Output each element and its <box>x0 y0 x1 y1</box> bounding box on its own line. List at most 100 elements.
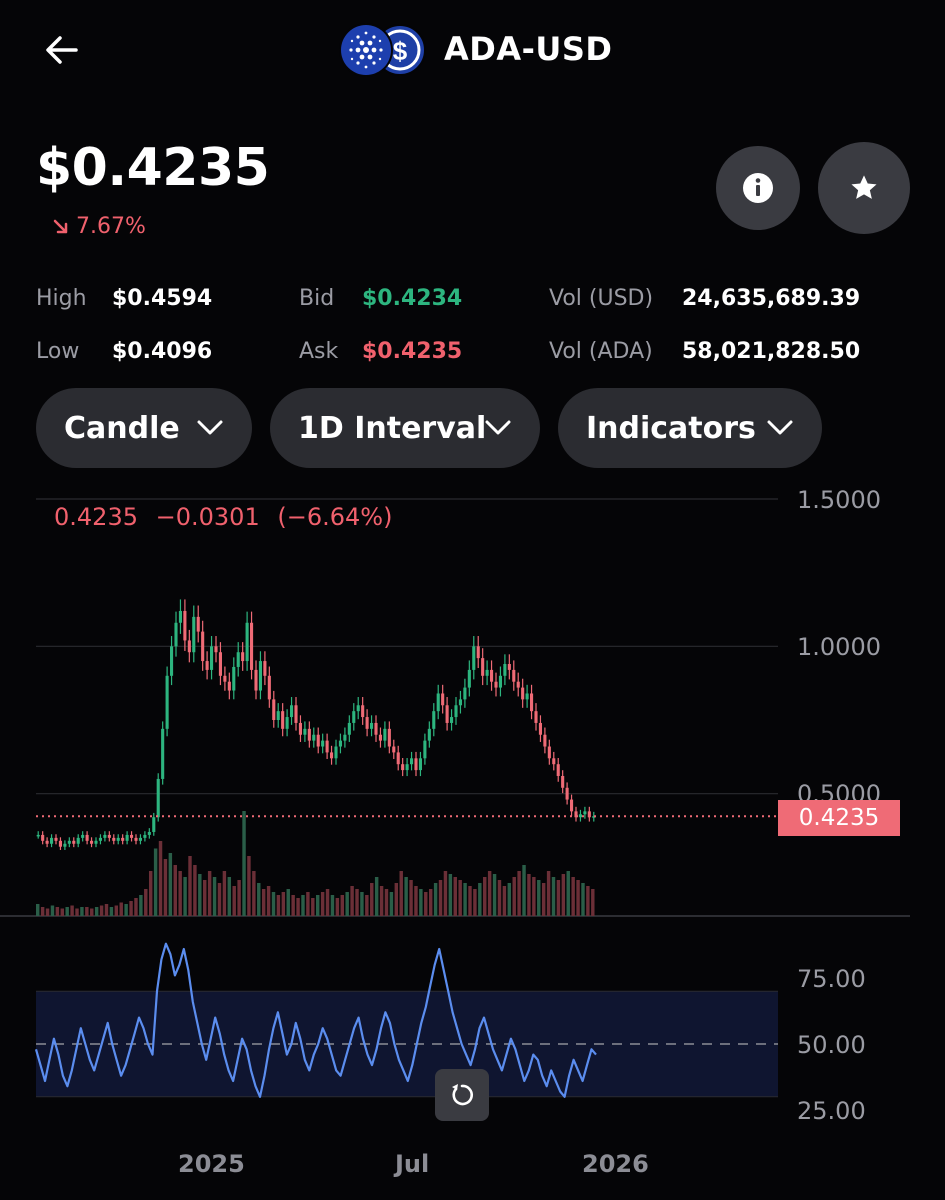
chevron-down-icon <box>197 420 223 435</box>
page-title: ADA-USD <box>444 30 613 68</box>
volume-bar <box>163 859 168 916</box>
candle-body <box>374 722 378 735</box>
candle-body <box>583 811 587 815</box>
candle-body <box>125 834 129 841</box>
info-button[interactable] <box>716 146 800 230</box>
candle-body <box>538 722 542 735</box>
info-icon <box>743 173 773 203</box>
candle-body <box>330 752 334 759</box>
volume-bar <box>527 874 531 916</box>
volume-bar <box>576 880 580 916</box>
back-button[interactable] <box>38 28 86 76</box>
candle-body <box>72 840 76 844</box>
reset-zoom-button[interactable] <box>435 1069 489 1121</box>
volume-bar <box>55 907 60 916</box>
candle-body <box>85 834 89 841</box>
volume-bar <box>478 883 482 916</box>
candle-body <box>107 834 111 838</box>
volume-bar <box>433 883 438 916</box>
candle-body <box>298 722 302 735</box>
volume-bar <box>45 908 50 916</box>
candle-body <box>512 669 516 682</box>
bid-label: Bid <box>299 286 335 311</box>
candle-body <box>405 764 409 771</box>
candle-body <box>498 675 502 688</box>
favorite-button[interactable] <box>818 142 910 234</box>
volume-bar <box>301 895 305 916</box>
candle-body <box>210 646 214 670</box>
volume-bar <box>203 880 207 916</box>
low-value: $0.4096 <box>112 339 213 364</box>
volume-bar <box>198 874 202 916</box>
volume-bar <box>561 874 566 916</box>
candle-body <box>423 740 427 759</box>
volume-bar <box>99 905 104 916</box>
volume-bar <box>144 889 148 916</box>
vol-usd-label: Vol (USD) <box>549 286 654 311</box>
candle-body <box>81 834 85 838</box>
y-tick-label: 1.0000 <box>797 633 881 661</box>
volume-bar <box>36 904 40 916</box>
candle-body <box>201 631 205 662</box>
candle-body <box>156 778 160 818</box>
candle-body <box>307 728 311 741</box>
candle-body <box>41 834 45 841</box>
candles <box>36 599 596 851</box>
volume-bar <box>335 898 340 916</box>
candle-body <box>472 646 476 670</box>
candle-body <box>485 669 489 676</box>
interval-dropdown[interactable]: 1D Interval <box>270 388 540 468</box>
volume-bar <box>374 877 379 916</box>
volume-bar <box>222 871 227 916</box>
volume-bar <box>296 898 300 916</box>
x-tick-label: 2025 <box>178 1150 245 1178</box>
volume-bar <box>507 883 512 916</box>
candle-body <box>325 740 329 753</box>
candle-body <box>254 669 258 691</box>
volume-bar <box>261 889 266 916</box>
volume-bar <box>566 871 570 916</box>
volume-bar <box>139 895 143 916</box>
candle-body <box>507 664 511 670</box>
candle-body <box>490 669 494 682</box>
candle-body <box>232 666 236 691</box>
candle-body <box>90 840 94 844</box>
volume-bar <box>114 905 119 916</box>
volume-bar <box>424 892 428 916</box>
ohlc-readout: 0.4235 −0.0301 (−6.64%) <box>54 503 402 531</box>
candle-body <box>165 675 169 729</box>
vol-ada-label: Vol (ADA) <box>549 339 653 364</box>
volume-bar <box>330 895 335 916</box>
volume-bars <box>36 811 595 916</box>
candle-body <box>178 610 182 623</box>
volume-bar <box>340 895 344 916</box>
volume-bar <box>316 895 320 916</box>
candle-body <box>361 705 365 718</box>
candle-body <box>570 799 574 812</box>
candle-body <box>556 764 560 776</box>
volume-bar <box>532 877 536 916</box>
candle-body <box>267 675 271 700</box>
volume-bar <box>90 908 94 916</box>
svg-text:$: $ <box>393 36 408 66</box>
arrow-left-icon <box>46 36 78 64</box>
reset-zoom-icon <box>452 1084 474 1106</box>
volume-bar <box>463 883 467 916</box>
pair-logo: $ <box>338 22 430 78</box>
volume-bar <box>404 877 408 916</box>
volume-bar <box>173 865 177 916</box>
candle-body <box>245 622 249 662</box>
candle-body <box>454 705 458 718</box>
candle-body <box>276 711 280 720</box>
chart-type-dropdown[interactable]: Candle <box>36 388 252 468</box>
high-label: High <box>36 286 87 311</box>
volume-bar <box>109 907 114 916</box>
indicators-dropdown[interactable]: Indicators <box>558 388 822 468</box>
volume-bar <box>60 908 64 916</box>
candle-body <box>561 775 565 788</box>
volume-bar <box>75 908 79 916</box>
chevron-down-icon <box>767 420 793 435</box>
volume-bar <box>414 886 418 916</box>
volume-bar <box>85 907 89 916</box>
interval-label: 1D Interval <box>298 410 487 446</box>
